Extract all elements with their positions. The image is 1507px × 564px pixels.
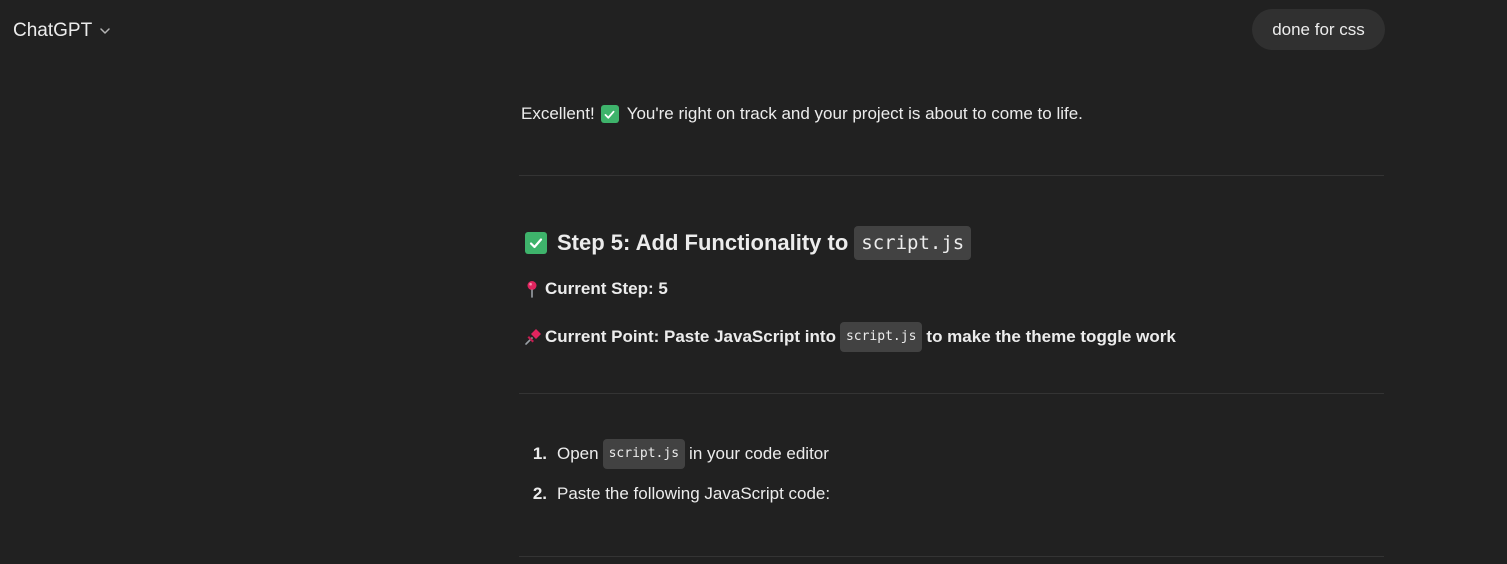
current-step-line: Current Step: 5 (523, 277, 668, 301)
intro-text-start: Excellent! (521, 104, 595, 123)
chat-window: ChatGPT done for css Excellent! You're r… (0, 0, 1507, 564)
inline-code: script.js (854, 226, 972, 260)
model-switcher-button[interactable]: ChatGPT (13, 19, 112, 43)
user-message-bubble: done for css (1252, 9, 1385, 50)
list-item: 2. Paste the following JavaScript code: (521, 482, 830, 506)
pushpin-icon (525, 329, 541, 345)
divider (519, 556, 1384, 557)
step-heading-text: Step 5: Add Functionality to (557, 230, 849, 255)
model-name: ChatGPT (13, 20, 93, 41)
current-step-text: Current Step: 5 (545, 279, 668, 298)
list-item: 1. Open script.js in your code editor (521, 439, 830, 469)
current-point-text-start: Current Point: Paste JavaScript into (545, 327, 836, 346)
chevron-down-icon (100, 28, 110, 34)
current-point-text-end: to make the theme toggle work (926, 327, 1176, 346)
instructions-list: 1. Open script.js in your code editor 2.… (521, 439, 830, 522)
list-text: Paste the following JavaScript code: (557, 484, 831, 503)
divider (519, 175, 1384, 176)
check-mark-icon (600, 105, 619, 123)
intro-paragraph: Excellent! You're right on track and you… (521, 102, 1083, 126)
check-mark-icon (525, 232, 547, 254)
divider (519, 393, 1384, 394)
list-text-start: Open (557, 444, 599, 463)
list-text-end: in your code editor (689, 444, 829, 463)
list-number: 2. (532, 484, 547, 503)
list-number: 1. (532, 444, 547, 463)
inline-code: script.js (602, 439, 686, 469)
current-point-line: Current Point: Paste JavaScript into scr… (523, 322, 1176, 352)
inline-code: script.js (839, 322, 923, 352)
step-heading: Step 5: Add Functionality to script.js (525, 226, 972, 260)
intro-text-end: You're right on track and your project i… (626, 104, 1083, 123)
round-pushpin-icon (527, 281, 537, 298)
user-message-text: done for css (1272, 19, 1365, 39)
